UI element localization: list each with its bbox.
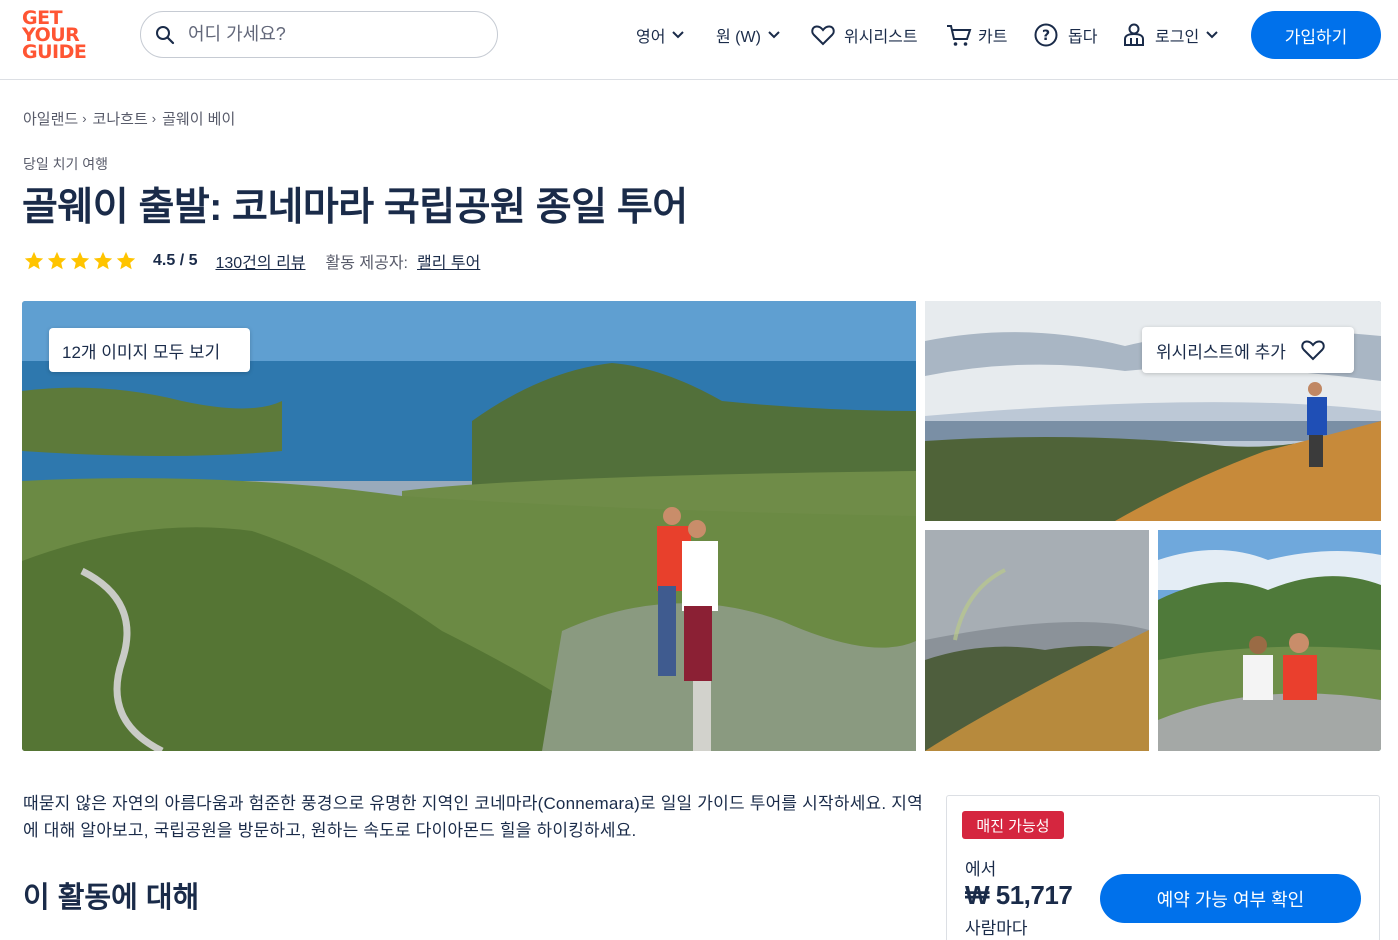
login-menu[interactable]: 로그인 xyxy=(1123,22,1219,48)
price-value: ₩ 51,717 xyxy=(965,880,1073,910)
wishlist-link[interactable]: 위시리스트 xyxy=(810,22,918,48)
add-to-wishlist-button[interactable]: 위시리스트에 추가 xyxy=(1142,327,1354,373)
language-selector[interactable]: 영어 xyxy=(636,22,685,48)
breadcrumb-galway-bay[interactable]: 골웨이 베이 xyxy=(162,108,235,129)
provider-link[interactable]: 랠리 투어 xyxy=(417,249,480,273)
add-to-wishlist-label: 위시리스트에 추가 xyxy=(1156,342,1286,362)
breadcrumb-ireland[interactable]: 아일랜드 xyxy=(23,108,78,129)
see-all-images-button[interactable]: 12개 이미지 모두 보기 xyxy=(49,328,250,372)
help-icon: ? xyxy=(1034,23,1058,47)
chevron-down-icon xyxy=(1206,31,1218,39)
svg-text:?: ? xyxy=(1042,28,1050,44)
login-label: 로그인 xyxy=(1155,29,1200,46)
star-icon xyxy=(93,251,113,270)
getyourguide-logo[interactable]: GET YOUR GUIDE xyxy=(22,9,90,64)
breadcrumb-separator: › xyxy=(151,111,157,126)
cart-label: 카트 xyxy=(978,29,1008,46)
star-icon xyxy=(47,251,67,270)
price-from-label: 에서 xyxy=(965,860,997,879)
breadcrumb-connacht[interactable]: 코나흐트 xyxy=(93,108,148,129)
search-input[interactable] xyxy=(188,24,468,45)
help-link[interactable]: ? 돕다 xyxy=(1034,22,1097,48)
activity-description: 때묻지 않은 자연의 아름다움과 험준한 풍경으로 유명한 지역인 코네마라(C… xyxy=(23,794,923,840)
page-title: 골웨이 출발: 코네마라 국립공원 종일 투어 xyxy=(22,186,688,229)
chevron-down-icon xyxy=(768,31,780,39)
star-icon xyxy=(24,251,44,270)
provider-label: 활동 제공자: xyxy=(325,255,409,272)
cart-icon xyxy=(947,25,972,46)
chevron-down-icon xyxy=(672,31,685,39)
rating-row: 4.5 / 5 130건의 리뷰 활동 제공자: 랠리 투어 xyxy=(23,249,480,273)
couple-resting-photo xyxy=(1158,530,1381,751)
activity-category: 당일 치기 여행 xyxy=(23,156,109,172)
gallery-image-3[interactable] xyxy=(925,530,1149,751)
breadcrumb: 아일랜드 › 코나흐트 › 골웨이 베이 xyxy=(23,108,235,129)
search-bar[interactable] xyxy=(140,11,498,58)
rating-stars xyxy=(23,250,137,272)
help-label: 돕다 xyxy=(1068,29,1098,46)
reviews-link[interactable]: 130건의 리뷰 xyxy=(215,249,305,273)
check-availability-button[interactable]: 예약 가능 여부 확인 xyxy=(1100,874,1361,923)
heart-icon xyxy=(1301,340,1325,361)
rating-value: 4.5 / 5 xyxy=(153,252,198,269)
language-label: 영어 xyxy=(636,29,666,46)
currency-selector[interactable]: 원 (W) xyxy=(716,22,781,48)
top-header: GET YOUR GUIDE 영어 원 (W) 위시리스트 카트 ? 돕다 로그… xyxy=(0,0,1398,80)
wishlist-label: 위시리스트 xyxy=(844,29,918,46)
gallery-image-4[interactable] xyxy=(1158,530,1381,751)
heart-icon xyxy=(811,25,835,46)
rainbow-valley-photo xyxy=(925,530,1149,751)
user-icon xyxy=(1124,23,1144,46)
breadcrumb-separator: › xyxy=(82,111,87,126)
search-icon xyxy=(156,25,175,44)
logo-line-guide: GUIDE xyxy=(22,41,87,63)
about-heading: 이 활동에 대해 xyxy=(23,882,200,914)
signup-button[interactable]: 가입하기 xyxy=(1251,11,1381,59)
currency-label: 원 (W) xyxy=(716,29,761,46)
star-icon xyxy=(116,251,136,270)
per-person-label: 사람마다 xyxy=(965,919,1028,938)
likely-sell-out-badge: 매진 가능성 xyxy=(962,811,1064,839)
cart-link[interactable]: 카트 xyxy=(946,22,1007,48)
star-icon xyxy=(70,251,90,270)
